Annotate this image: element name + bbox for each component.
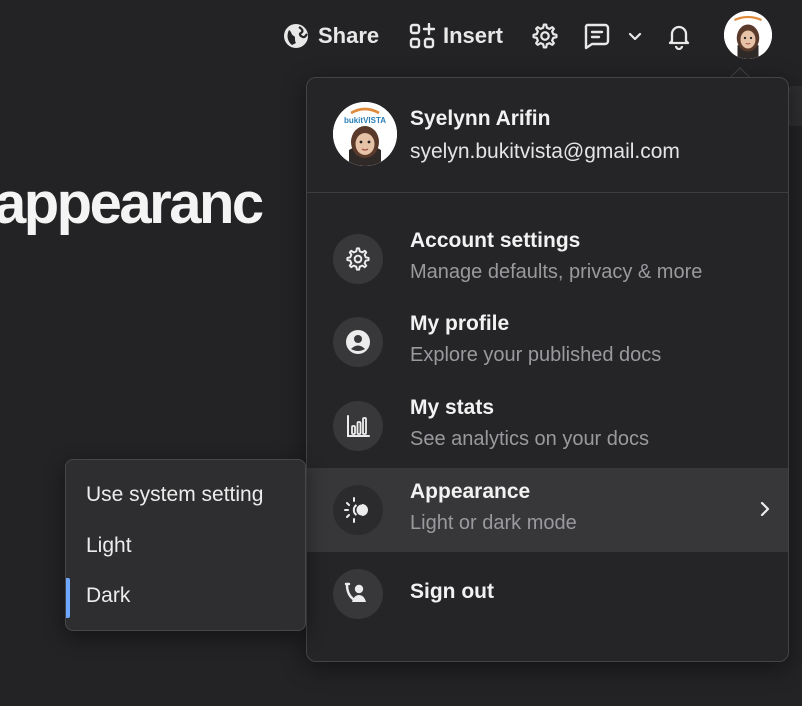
menu-item-my-stats[interactable]: My stats See analytics on your docs xyxy=(307,384,788,468)
top-toolbar: Share Insert xyxy=(0,10,802,62)
insert-label: Insert xyxy=(443,23,503,48)
menu-item-my-profile[interactable]: My profile Explore your published docs xyxy=(307,300,788,384)
user-email: syelyn.bukitvista@gmail.com xyxy=(410,140,680,163)
share-button[interactable]: Share xyxy=(282,20,379,52)
comment-icon xyxy=(584,23,610,50)
menu-item-title: Account settings xyxy=(410,229,581,252)
menu-item-sign-out[interactable]: Sign out xyxy=(307,552,788,636)
user-avatar-button[interactable] xyxy=(724,11,772,59)
menu-divider xyxy=(307,192,788,193)
appearance-option-dark[interactable]: Dark xyxy=(66,572,305,620)
menu-item-appearance[interactable]: Appearance Light or dark mode xyxy=(307,468,788,552)
share-label: Share xyxy=(318,23,380,48)
globe-icon xyxy=(284,24,308,48)
gear-icon xyxy=(532,23,558,49)
menu-item-title: My profile xyxy=(410,312,510,335)
comments-dropdown-button[interactable] xyxy=(627,20,643,52)
person-circle-icon xyxy=(333,317,383,367)
comments-button[interactable] xyxy=(582,20,612,52)
sign-out-icon xyxy=(333,569,383,619)
user-info: bukitVISTA Syelynn Arifin syelyn.bukitvi… xyxy=(333,102,773,166)
account-menu: bukitVISTA Syelynn Arifin syelyn.bukitvi… xyxy=(306,77,789,662)
menu-item-title: Sign out xyxy=(410,580,494,603)
bell-icon xyxy=(668,25,690,50)
menu-item-title: My stats xyxy=(410,396,495,419)
chevron-right-icon xyxy=(760,501,770,517)
gear-icon xyxy=(333,234,383,284)
avatar-logo-text: bukitVISTA xyxy=(344,116,386,125)
appearance-option-light[interactable]: Light xyxy=(66,522,305,570)
settings-button[interactable] xyxy=(531,20,559,52)
avatar xyxy=(724,11,772,59)
menu-item-subtitle: Explore your published docs xyxy=(410,344,662,366)
menu-item-subtitle: See analytics on your docs xyxy=(410,428,650,450)
appearance-option-system[interactable]: Use system setting xyxy=(66,471,305,519)
sun-moon-icon xyxy=(333,485,383,535)
menu-item-account-settings[interactable]: Account settings Manage defaults, privac… xyxy=(307,217,788,301)
insert-button[interactable]: Insert xyxy=(409,20,503,52)
bar-chart-icon xyxy=(333,401,383,451)
grid-plus-icon xyxy=(409,23,435,49)
notifications-button[interactable] xyxy=(665,20,693,52)
user-name: Syelynn Arifin xyxy=(410,107,551,130)
menu-item-title: Appearance xyxy=(410,480,531,503)
appearance-submenu: Use system setting Light Dark xyxy=(65,459,306,631)
chevron-down-icon xyxy=(628,32,642,41)
avatar: bukitVISTA xyxy=(333,102,397,166)
menu-item-subtitle: Light or dark mode xyxy=(410,512,577,534)
page-title: appearanc xyxy=(0,171,264,236)
sidebar-collapse-handle[interactable] xyxy=(788,86,802,126)
menu-item-subtitle: Manage defaults, privacy & more xyxy=(410,261,703,283)
